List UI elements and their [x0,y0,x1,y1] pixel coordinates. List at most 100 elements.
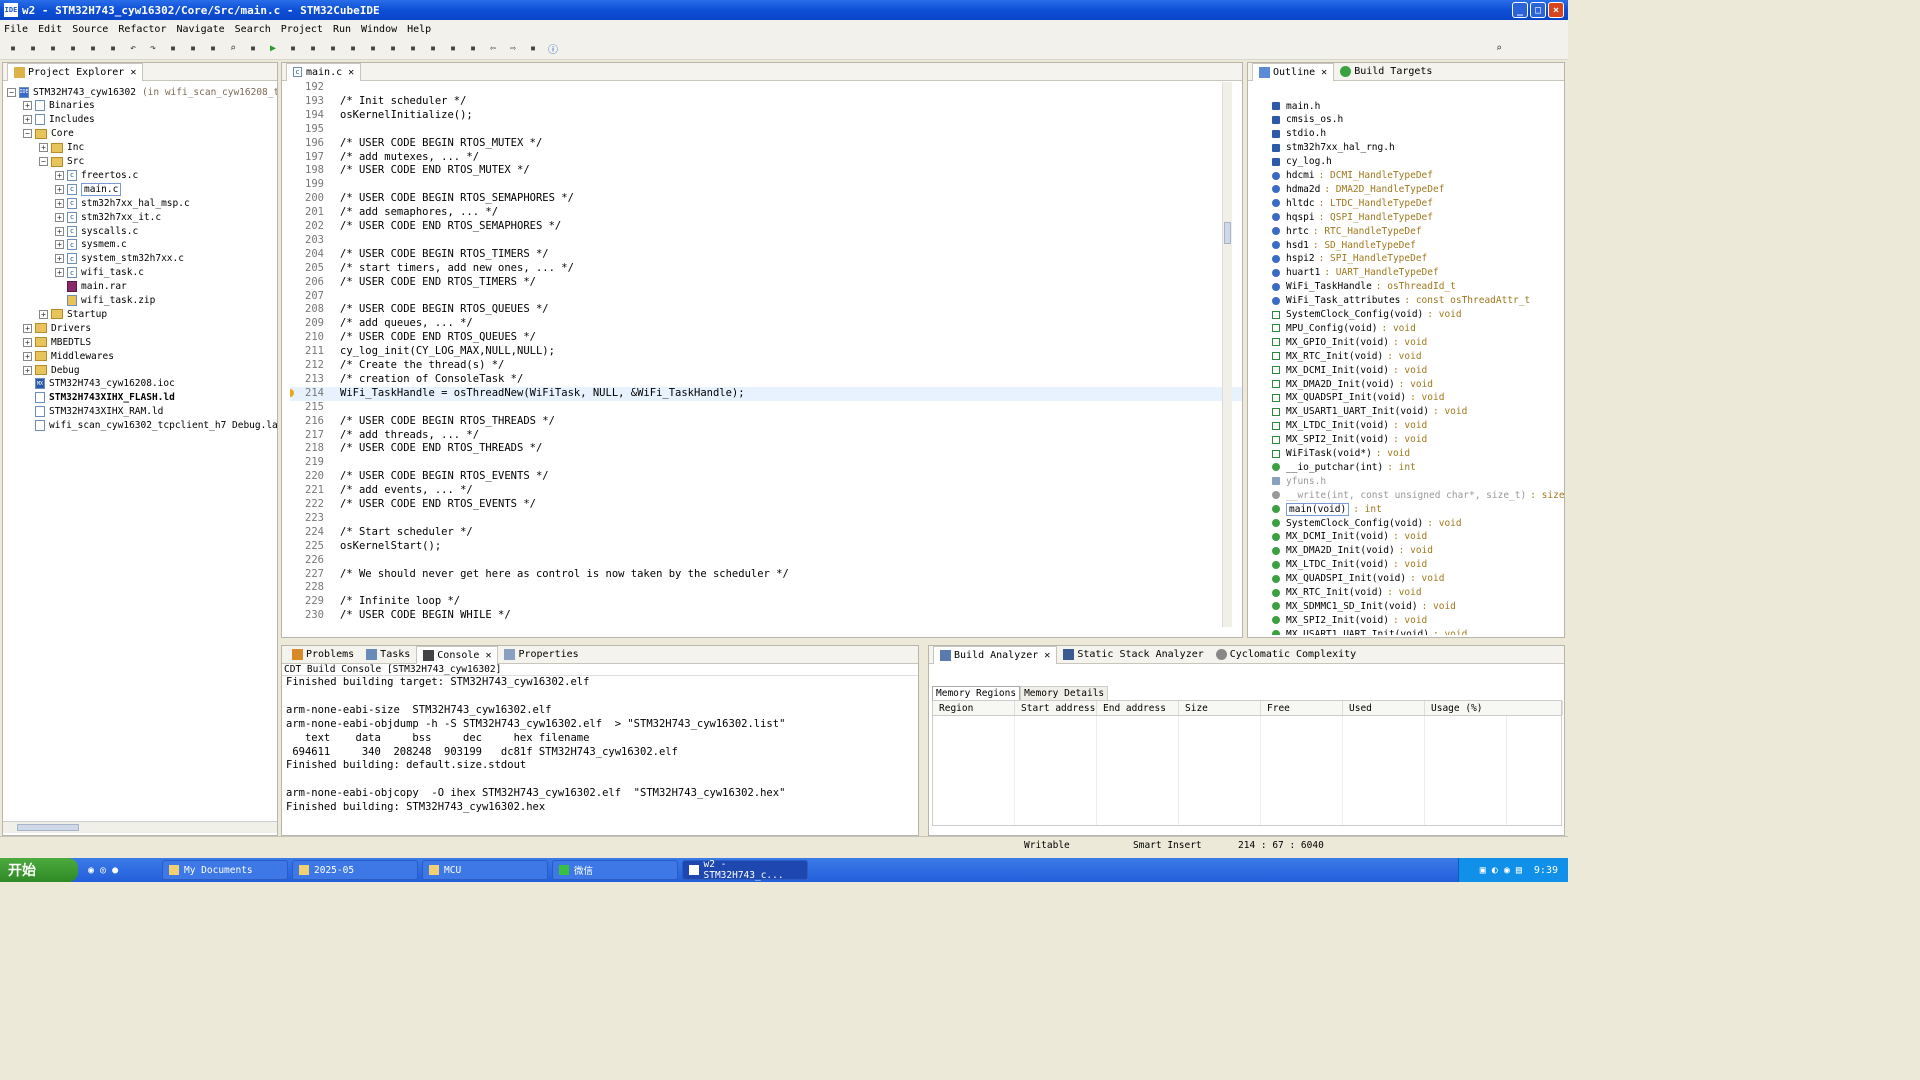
column-header[interactable]: End address [1097,701,1179,715]
tab-main-c[interactable]: c main.c ✕ [286,62,362,81]
start-button[interactable]: 开始 [0,858,78,882]
paragraph-icon[interactable]: ▪ [406,42,420,56]
code-line[interactable]: 213 /* creation of ConsoleTask */ [290,373,1242,387]
tree-item[interactable]: wifi_scan_cyw16302_tcpclient_h7 Debug.la… [23,419,277,433]
info-icon[interactable]: ⓘ [546,42,560,56]
code-line[interactable]: 207 [290,290,1242,304]
outline-item[interactable]: MX_QUADSPI_Init(void): void [1272,572,1444,586]
tab-cyclomatic-complexity[interactable]: Cyclomatic Complexity [1210,646,1362,664]
tree-item[interactable]: + Inc [39,141,84,155]
menu-help[interactable]: Help [407,24,431,35]
outline-item[interactable]: yfuns.h [1272,474,1326,488]
expand-toggle-icon[interactable]: − [7,87,16,97]
save-all-icon[interactable]: ▪ [46,42,60,56]
column-header[interactable]: Usage (%) [1425,701,1563,715]
next-annotation-icon[interactable]: ▪ [446,42,460,56]
outline-item[interactable]: MX_SPI2_Init(void): void [1272,433,1427,447]
expand-toggle-icon[interactable]: + [55,212,64,222]
outline-item[interactable]: main(void): int [1272,502,1382,516]
save-icon[interactable]: ▪ [26,42,40,56]
code-line[interactable]: 229 /* Infinite loop */ [290,595,1242,609]
tab-outline[interactable]: Outline ✕ [1252,62,1335,81]
outline-item[interactable]: MX_LTDC_Init(void): void [1272,558,1427,572]
outline-item[interactable]: __io_putchar(int): int [1272,460,1416,474]
expand-toggle-icon[interactable]: + [55,184,64,194]
tree-item[interactable]: + c stm32h7xx_hal_msp.c [55,196,190,210]
outline-item[interactable]: MX_RTC_Init(void): void [1272,586,1422,600]
new-class-icon[interactable]: ▪ [186,42,200,56]
expand-toggle-icon[interactable]: + [23,337,32,347]
tree-item[interactable]: STM32H743XIHX_RAM.ld [23,405,163,419]
code-line[interactable]: 212 /* Create the thread(s) */ [290,359,1242,373]
code-line[interactable]: 222 /* USER CODE END RTOS_EVENTS */ [290,498,1242,512]
expand-toggle-icon[interactable]: − [23,129,32,139]
expand-toggle-icon[interactable]: + [55,226,64,236]
close-icon[interactable]: ✕ [485,650,491,661]
menu-window[interactable]: Window [361,24,397,35]
outline-item[interactable]: hltdc: LTDC_HandleTypeDef [1272,196,1433,210]
tree-item[interactable]: + c wifi_task.c [55,266,144,280]
code-line[interactable]: 195 [290,123,1242,137]
code-line[interactable]: 192 [290,81,1242,95]
menu-edit[interactable]: Edit [38,24,62,35]
outline-item[interactable]: WiFi_TaskHandle: osThreadId_t [1272,280,1456,294]
outline-item[interactable]: MX_DMA2D_Init(void): void [1272,377,1433,391]
code-line[interactable]: 219 [290,456,1242,470]
tree-item[interactable]: + Drivers [23,321,91,335]
outline-item[interactable]: MX_DCMI_Init(void): void [1272,363,1427,377]
expand-toggle-icon[interactable]: + [23,101,32,111]
outline-item[interactable]: hrtc: RTC_HandleTypeDef [1272,224,1422,238]
outline-item[interactable]: MX_RTC_Init(void): void [1272,349,1422,363]
expand-toggle-icon[interactable]: + [55,268,64,278]
code-line[interactable]: 201 /* add semaphores, ... */ [290,206,1242,220]
code-editor[interactable]: 192 193 /* Init scheduler */ 194 osKernelIni… [282,81,1242,626]
tree-item[interactable]: + c syscalls.c [55,224,138,238]
taskbar-button[interactable]: My Documents [162,860,288,880]
outline-item[interactable]: SystemClock_Config(void): void [1272,516,1462,530]
code-line[interactable]: 210 /* USER CODE END RTOS_QUEUES */ [290,331,1242,345]
code-line[interactable]: 230 /* USER CODE BEGIN WHILE */ [290,609,1242,623]
code-line[interactable]: 221 /* add events, ... */ [290,484,1242,498]
close-icon[interactable]: ✕ [348,67,354,78]
tab-tasks[interactable]: Tasks [360,646,416,664]
refresh-icon[interactable]: ▪ [206,42,220,56]
column-header[interactable]: Size [1179,701,1261,715]
menu-refactor[interactable]: Refactor [118,24,166,35]
menu-navigate[interactable]: Navigate [176,24,224,35]
outline-item[interactable]: MX_USART1_UART_Init(void): void [1272,405,1467,419]
tree-item[interactable]: + Debug [23,363,80,377]
tab-build-analyzer[interactable]: Build Analyzer ✕ [933,645,1058,664]
taskbar-button[interactable]: 微信 [552,860,678,880]
outline-item[interactable]: cy_log.h [1272,155,1332,169]
column-header[interactable]: Free [1261,701,1343,715]
code-line[interactable]: 199 [290,178,1242,192]
tree-item[interactable]: − Core [23,127,74,141]
code-line[interactable]: 227 /* We should never get here as contro… [290,568,1242,582]
outline-item[interactable]: __write(int, const unsigned char*, size_… [1272,488,1564,502]
column-header[interactable]: Start address [1015,701,1097,715]
code-line[interactable]: 203 [290,234,1242,248]
tree-item[interactable]: + c freertos.c [55,168,138,182]
code-line[interactable]: 223 [290,512,1242,526]
code-line[interactable]: 197 /* add mutexes, ... */ [290,151,1242,165]
code-line[interactable]: 206 /* USER CODE END RTOS_TIMERS */ [290,276,1242,290]
expand-toggle-icon[interactable]: + [39,309,48,319]
tree-item[interactable]: + c sysmem.c [55,238,127,252]
outline-item[interactable]: hqspi: QSPI_HandleTypeDef [1272,210,1433,224]
prev-annotation-icon[interactable]: ▪ [466,42,480,56]
tree-item[interactable]: + Binaries [23,99,95,113]
code-line[interactable]: 202 /* USER CODE END RTOS_SEMAPHORES */ [290,220,1242,234]
outline-item[interactable]: hdma2d: DMA2D_HandleTypeDef [1272,182,1444,196]
code-line[interactable]: 215 [290,401,1242,415]
outline-item[interactable]: hdcmi: DCMI_HandleTypeDef [1272,169,1433,183]
expand-toggle-icon[interactable]: + [55,254,64,264]
outline-item[interactable]: MX_DCMI_Init(void): void [1272,530,1427,544]
menu-search[interactable]: Search [235,24,271,35]
tree-item[interactable]: − IDE STM32H743_cyw16302 (in wifi_scan_cyw1… [7,85,277,99]
column-header[interactable]: Region [933,701,1015,715]
tree-item[interactable]: wifi_task.zip [55,294,155,308]
tab-project-explorer[interactable]: Project Explorer ✕ [7,62,144,81]
warning-marker-icon[interactable] [290,388,294,397]
code-line[interactable]: 194 osKernelInitialize(); [290,109,1242,123]
expand-toggle-icon[interactable]: + [55,198,64,208]
